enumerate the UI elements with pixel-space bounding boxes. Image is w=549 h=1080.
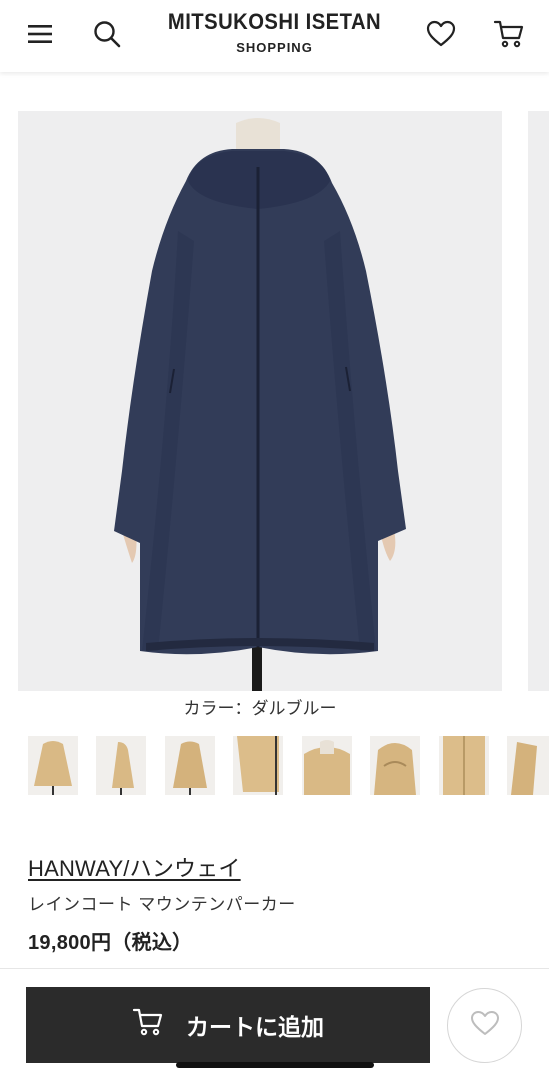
color-label: カラー：ダルブルー xyxy=(183,699,337,718)
product-main-image[interactable] xyxy=(18,111,502,691)
thumbnail-8[interactable] xyxy=(507,736,549,795)
search-icon[interactable] xyxy=(89,16,125,52)
product-name: レインコート マウンテンパーカー xyxy=(28,895,296,914)
thumbnail-6[interactable] xyxy=(370,736,420,795)
logo-main-text: MITSUKOSHI ISETAN xyxy=(167,9,382,34)
thumbnail-2[interactable] xyxy=(96,736,146,795)
add-to-cart-label: カートに追加 xyxy=(186,1014,324,1040)
thumbnail-3[interactable] xyxy=(165,736,215,795)
site-logo[interactable]: MITSUKOSHI ISETAN SHOPPING xyxy=(150,9,399,56)
thumbnail-7[interactable] xyxy=(439,736,489,795)
favorite-button[interactable] xyxy=(447,988,522,1063)
logo-sub-text: SHOPPING xyxy=(236,40,313,55)
heart-icon xyxy=(470,1010,500,1042)
product-price: 19,800円（税込） xyxy=(28,932,193,954)
thumbnail-5[interactable] xyxy=(302,736,352,795)
brand-link[interactable]: HANWAY/ハンウェイ xyxy=(28,851,241,883)
app-header: MITSUKOSHI ISETAN SHOPPING xyxy=(0,0,549,72)
heart-icon[interactable] xyxy=(423,16,459,52)
cart-icon xyxy=(132,1007,164,1043)
menu-icon[interactable] xyxy=(22,16,58,52)
thumbnail-4[interactable] xyxy=(233,736,283,795)
next-product-image-peek[interactable] xyxy=(528,111,549,691)
thumbnail-1[interactable] xyxy=(28,736,78,795)
cart-icon[interactable] xyxy=(491,16,527,52)
add-to-cart-button[interactable]: カートに追加 xyxy=(26,987,430,1063)
thumbnail-strip[interactable] xyxy=(28,736,549,796)
home-indicator xyxy=(176,1062,374,1068)
